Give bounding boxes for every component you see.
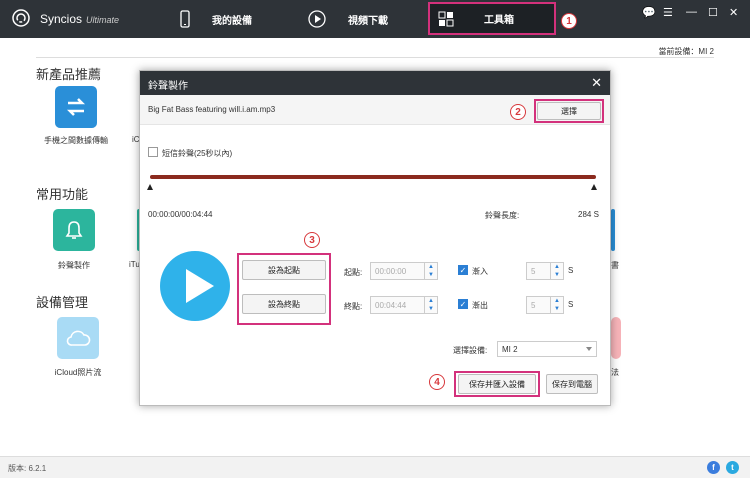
end-time-stepper[interactable]: ▲ ▼: [424, 297, 437, 313]
icloud-photostream-tile[interactable]: [57, 317, 99, 359]
right-mgmt-label-partial: 法: [611, 368, 619, 377]
fade-out-value: 5: [531, 301, 536, 310]
up-arrow-icon[interactable]: ▲: [551, 297, 563, 305]
current-device-text: 當前設備：MI 2: [658, 47, 714, 56]
step-badge-4: 4: [429, 374, 445, 390]
device-select[interactable]: MI 2: [497, 341, 597, 357]
down-arrow-icon[interactable]: ▼: [551, 271, 563, 279]
chevron-down-icon: [586, 347, 592, 351]
dialog-title: 鈴聲製作: [148, 81, 188, 92]
icloud-photostream-label: iCloud照片流: [54, 368, 102, 377]
up-arrow-icon[interactable]: ▲: [425, 263, 437, 271]
fade-in-value: 5: [531, 267, 536, 276]
phone-transfer-tile[interactable]: [55, 86, 97, 128]
toolbox-grid-icon: [438, 11, 454, 26]
right-tile-label-partial: 書: [611, 261, 619, 270]
syncios-logo-icon: [12, 9, 30, 27]
start-time-value: 00:00:00: [375, 267, 407, 276]
play-button-icon[interactable]: [160, 251, 230, 321]
version-text: 版本: 6.2.1: [8, 464, 47, 473]
divider: [36, 57, 714, 58]
sms-ringtone-label: 短信鈴聲(25秒以內): [162, 149, 233, 158]
set-end-button[interactable]: 設為終點: [242, 294, 326, 314]
ringtone-length-value: 284 S: [578, 210, 599, 219]
fade-in-stepper[interactable]: ▲ ▼: [550, 263, 563, 279]
nav-my-device[interactable]: 我的設備: [180, 0, 252, 38]
select-device-label: 選擇設備:: [453, 346, 488, 355]
nav-toolbox[interactable]: 工具箱: [428, 2, 556, 35]
nav-video-download-label: 視頻下載: [348, 15, 388, 27]
start-marker-icon[interactable]: [147, 184, 153, 190]
start-time-stepper[interactable]: ▲ ▼: [424, 263, 437, 279]
section-common-title: 常用功能: [36, 187, 89, 202]
fade-in-unit: S: [568, 266, 574, 275]
ringtone-length-label: 鈴聲長度:: [485, 211, 520, 220]
step-badge-3: 3: [304, 232, 320, 248]
twitter-icon[interactable]: t: [726, 461, 739, 474]
start-label: 起點:: [344, 268, 363, 277]
dialog-header: 鈴聲製作 ✕: [140, 71, 610, 95]
right-mgmt-tile-partial[interactable]: [611, 317, 621, 359]
fade-out-seconds-input[interactable]: 5 ▲ ▼: [526, 296, 564, 314]
end-label: 終點:: [344, 302, 363, 311]
nav-toolbox-label: 工具箱: [484, 15, 514, 26]
fade-out-checkbox[interactable]: ✓: [458, 299, 468, 309]
fade-in-checkbox[interactable]: ✓: [458, 265, 468, 275]
choose-button[interactable]: 選擇: [537, 102, 601, 120]
sms-ringtone-checkbox[interactable]: [148, 147, 158, 157]
dialog-close-icon[interactable]: ✕: [591, 75, 602, 91]
minimize-icon[interactable]: —: [686, 6, 697, 18]
start-time-input[interactable]: 00:00:00 ▲ ▼: [370, 262, 438, 280]
end-marker-icon[interactable]: [591, 184, 597, 190]
bell-icon: [65, 221, 83, 239]
fade-in-label: 漸入: [472, 267, 488, 276]
end-time-input[interactable]: 00:04:44 ▲ ▼: [370, 296, 438, 314]
audio-timeline-track[interactable]: [150, 175, 596, 179]
menu-icon[interactable]: ☰: [663, 6, 673, 19]
close-window-icon[interactable]: ✕: [729, 6, 738, 19]
nav-my-device-label: 我的設備: [212, 15, 252, 27]
device-select-value: MI 2: [502, 345, 518, 354]
up-arrow-icon[interactable]: ▲: [425, 297, 437, 305]
app-name: Syncios: [40, 12, 83, 26]
set-start-button[interactable]: 設為起點: [242, 260, 326, 280]
feedback-icon[interactable]: 💬: [642, 6, 656, 19]
down-arrow-icon[interactable]: ▼: [425, 305, 437, 313]
ringtone-maker-label: 鈴聲製作: [58, 261, 90, 270]
fade-out-stepper[interactable]: ▲ ▼: [550, 297, 563, 313]
app-edition: Ultimate: [86, 15, 120, 25]
step-badge-2: 2: [510, 104, 526, 120]
top-bar: Syncios Ultimate 我的設備 視頻下載 工具箱 1 💬 ☰ — ☐ …: [0, 0, 750, 38]
fade-out-label: 漸出: [472, 301, 488, 310]
transfer-arrows-icon: [66, 98, 86, 116]
down-arrow-icon[interactable]: ▼: [551, 305, 563, 313]
play-circle-icon: [308, 10, 326, 28]
save-to-pc-button[interactable]: 保存到電腦: [546, 374, 598, 394]
section-device-mgmt-title: 設備管理: [36, 295, 89, 310]
facebook-icon[interactable]: f: [707, 461, 720, 474]
cloud-icon: [66, 330, 91, 346]
down-arrow-icon[interactable]: ▼: [425, 271, 437, 279]
status-bar: 版本: 6.2.1 f t: [0, 456, 750, 478]
ringtone-maker-tile[interactable]: [53, 209, 95, 251]
ringtone-maker-dialog: 鈴聲製作 ✕ Big Fat Bass featuring will.i.am.…: [139, 70, 611, 406]
save-import-button[interactable]: 保存并匯入設備: [458, 374, 536, 394]
fade-in-seconds-input[interactable]: 5 ▲ ▼: [526, 262, 564, 280]
end-time-value: 00:04:44: [375, 301, 407, 310]
phone-transfer-label: 手機之間數據傳輸: [44, 136, 108, 145]
fade-out-unit: S: [568, 300, 574, 309]
section-new-products-title: 新產品推薦: [36, 67, 102, 82]
app-brand: Syncios Ultimate: [40, 12, 119, 26]
file-name: Big Fat Bass featuring will.i.am.mp3: [148, 105, 276, 114]
nav-video-download[interactable]: 視頻下載: [308, 0, 388, 38]
time-readout: 00:00:00/00:04:44: [148, 210, 213, 219]
step-badge-1: 1: [561, 13, 577, 29]
phone-icon: [180, 10, 190, 28]
right-tile-partial[interactable]: [611, 209, 615, 251]
up-arrow-icon[interactable]: ▲: [551, 263, 563, 271]
maximize-icon[interactable]: ☐: [708, 6, 718, 19]
